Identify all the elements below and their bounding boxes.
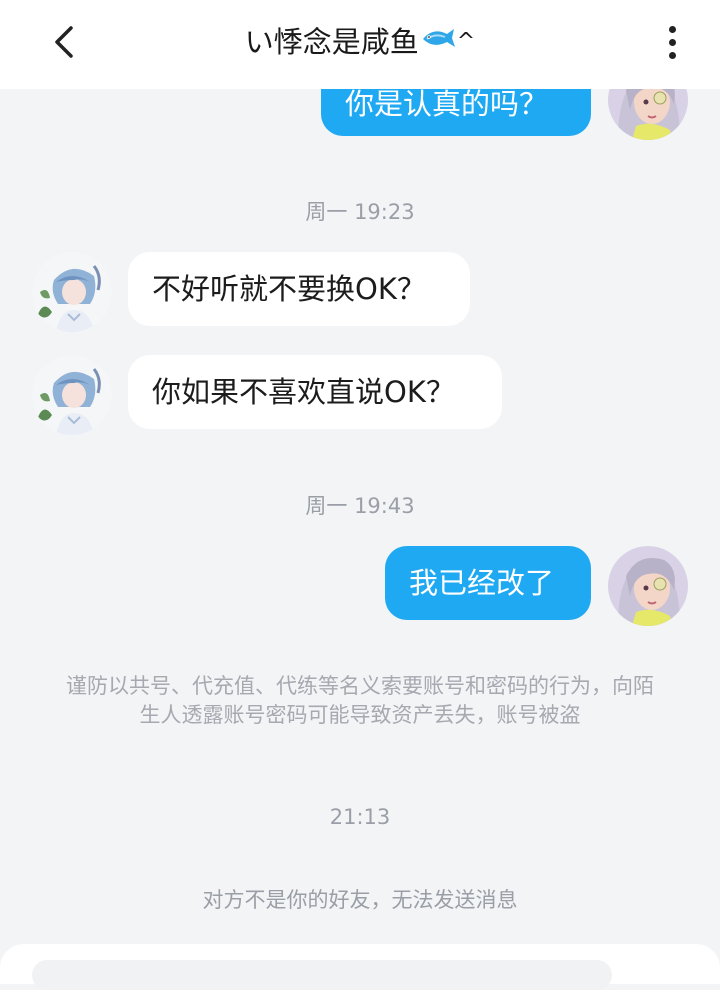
incoming-message-bubble[interactable]: 你如果不喜欢直说OK？ [128,355,502,429]
chat-area: 你是认真的吗？ 周一 19:23 不好听就不要换OK？ 你如果不喜欢直说OK？ … [0,0,720,969]
timestamp: 周一 19:23 [305,200,415,224]
chat-header: い悸念是咸鱼 ^ [0,0,720,89]
contact-avatar[interactable] [32,252,112,332]
message-text: 你如果不喜欢直说OK？ [152,375,455,409]
outgoing-message-bubble[interactable]: 我已经改了 [385,546,591,620]
chat-title: い悸念是咸鱼 ^ [0,0,720,89]
chevron-left-icon [55,26,73,58]
fish-icon [419,0,457,83]
timestamp: 周一 19:43 [305,494,415,518]
security-notice: 谨防以共号、代充值、代练等名义索要账号和密码的行为，向陌生人透露账号密码可能导致… [66,674,654,727]
message-text: 不好听就不要换OK？ [152,272,426,306]
more-dot [668,51,676,59]
back-button[interactable] [40,18,88,66]
message-input[interactable] [32,960,612,990]
message-text: 我已经改了 [409,566,555,600]
timestamp: 21:13 [329,805,391,829]
more-dot [668,38,676,46]
not-friend-status: 对方不是你的好友，无法发送消息 [202,888,518,912]
contact-avatar[interactable] [32,355,112,435]
more-options-button[interactable] [652,18,692,66]
title-suffix: ^ [456,29,476,54]
my-avatar[interactable] [608,546,688,626]
more-vertical-icon [668,25,676,33]
incoming-message-bubble[interactable]: 不好听就不要换OK？ [128,252,470,326]
contact-name: い悸念是咸鱼 [244,25,419,59]
message-text: 你是认真的吗？ [345,87,549,121]
